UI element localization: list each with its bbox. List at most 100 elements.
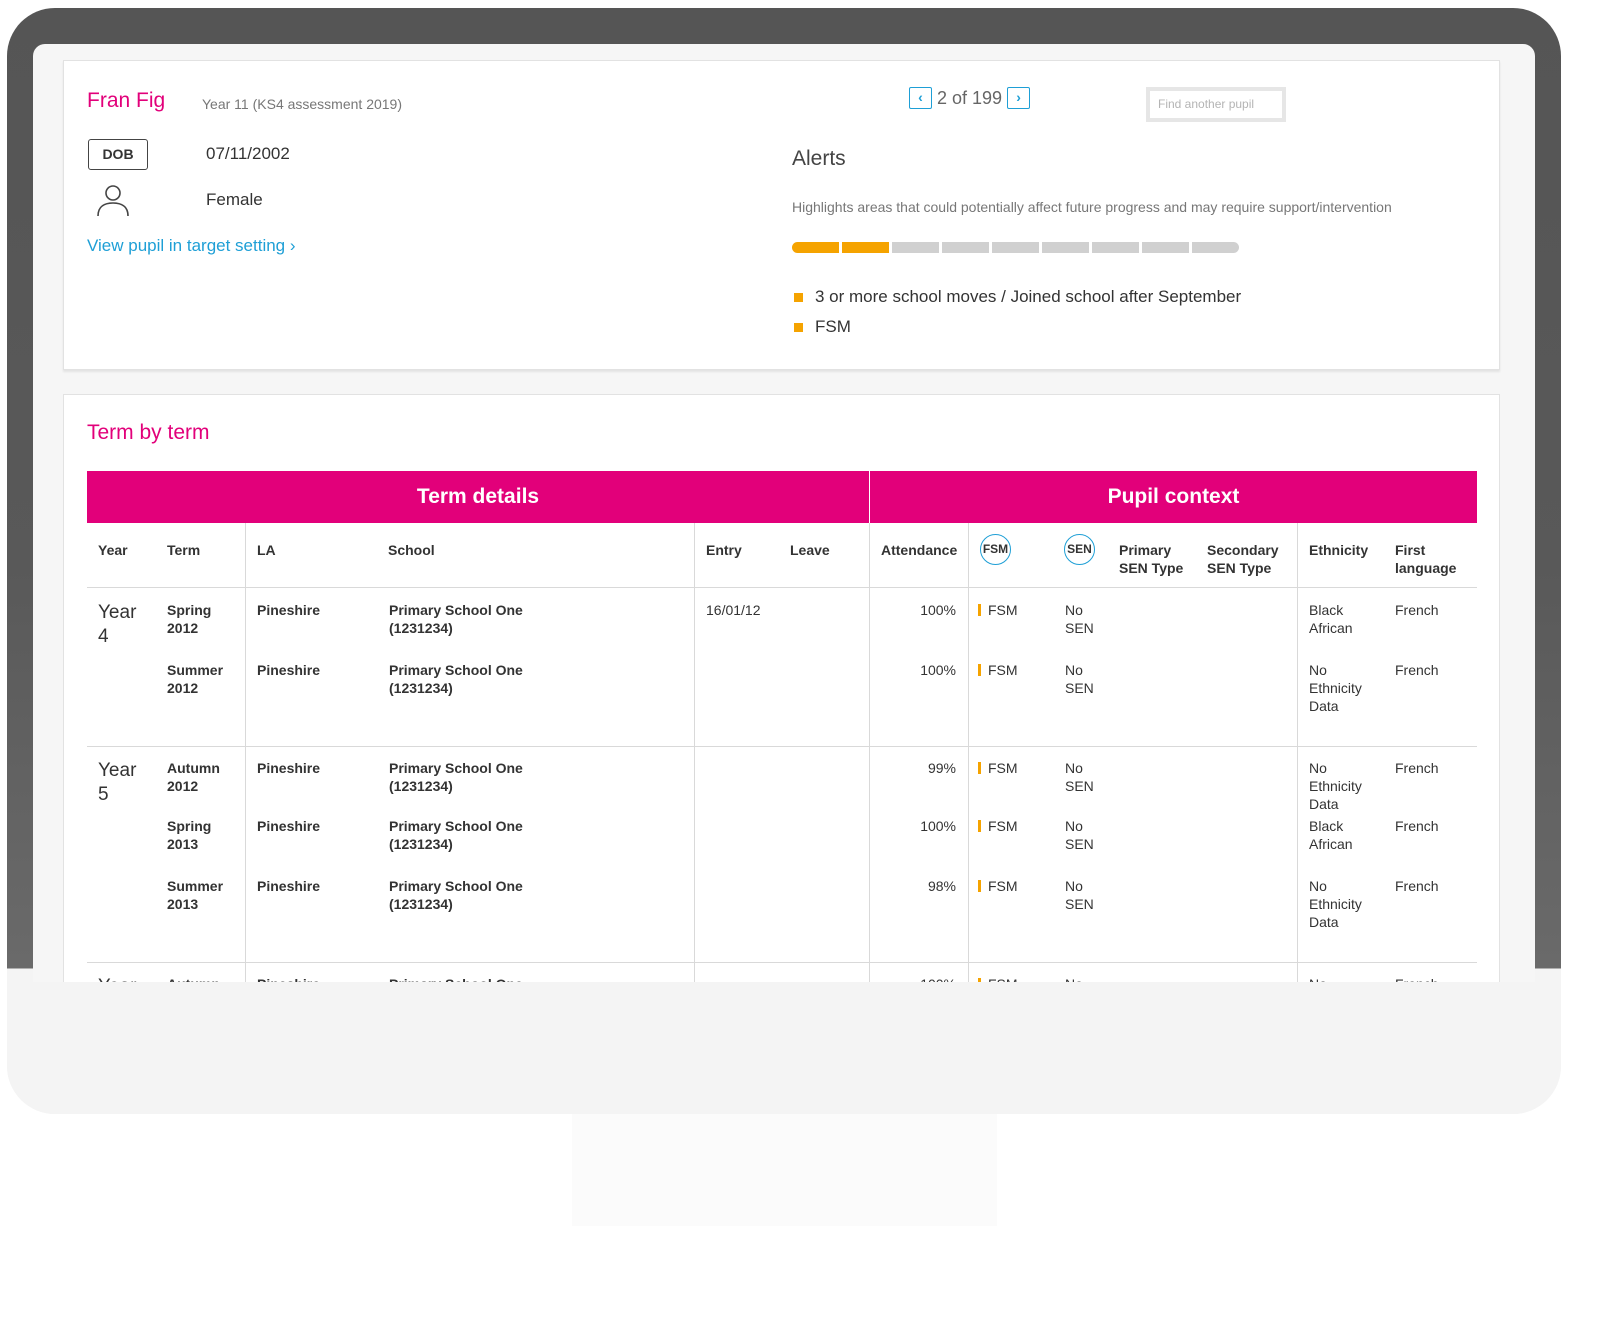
gender-value: Female [206, 190, 263, 209]
term-by-term-card: Term by term Term details Pupil context … [63, 394, 1500, 982]
alert-text: FSM [815, 317, 851, 336]
fsm-text: FSM [988, 976, 1018, 982]
person-icon [96, 183, 130, 222]
alert-level-segment [892, 242, 939, 253]
first-language-cell: French [1395, 602, 1439, 618]
entry-cell: 16/01/12 [706, 602, 761, 618]
col-header-school: School [388, 542, 435, 558]
year-group-divider [87, 746, 1477, 747]
pupil-pager: ‹ 2 of 199 › [909, 87, 1031, 109]
col-header-secondary-sen: Secondary SEN Type [1207, 542, 1279, 576]
ethnicity-cell: Black African [1309, 602, 1353, 636]
fsm-cell: FSM [978, 661, 1018, 679]
fsm-text: FSM [988, 602, 1018, 618]
sen-cell: No SEN [1065, 760, 1094, 794]
ethnicity-cell: No Ethnicity Data [1309, 975, 1377, 982]
attendance-cell: 100% [920, 602, 956, 618]
school-cell: Primary School One (1231234) [389, 662, 523, 696]
monitor-chin [7, 982, 1561, 1114]
view-target-setting-link[interactable]: View pupil in target setting › [87, 236, 296, 256]
sen-cell: No SEN [1065, 818, 1094, 852]
header-divider [87, 587, 1477, 588]
pupil-summary-card: Fran Fig Year 11 (KS4 assessment 2019) D… [63, 60, 1500, 370]
dob-value: 07/11/2002 [206, 144, 290, 163]
alert-level-bar [792, 242, 1239, 253]
first-language-cell: French [1395, 760, 1439, 776]
ethnicity-cell: No Ethnicity Data [1309, 760, 1362, 812]
school-cell: Primary School One (1231234) [389, 602, 523, 636]
alert-level-segment [1142, 242, 1189, 253]
alert-text: 3 or more school moves / Joined school a… [815, 287, 1242, 306]
col-header-la: LA [257, 542, 276, 558]
attendance-cell: 100% [920, 662, 956, 678]
alerts-description: Highlights areas that could potentially … [792, 199, 1392, 215]
term-cell: Spring 2012 [167, 602, 212, 636]
fsm-marker-icon [978, 820, 981, 832]
fsm-text: FSM [988, 818, 1018, 834]
term-cell: Summer 2012 [167, 662, 224, 696]
pager-position: 2 of 199 [937, 87, 1003, 108]
pupil-name: Fran Fig [87, 89, 166, 112]
col-header-leave: Leave [790, 542, 830, 558]
term-cell: Spring 2013 [167, 818, 212, 852]
alert-level-segment [992, 242, 1039, 253]
term-details-header: Term details [87, 471, 869, 523]
col-header-year: Year [98, 542, 128, 558]
fsm-text: FSM [988, 662, 1018, 678]
col-header-fsm: FSM [980, 534, 1011, 565]
ethnicity-cell: No Ethnicity Data [1309, 878, 1362, 930]
la-cell: Pineshire [257, 818, 321, 834]
fsm-marker-icon [978, 664, 981, 676]
fsm-marker-icon [978, 880, 981, 892]
sen-cell: No SEN [1065, 602, 1094, 636]
la-cell: Pineshire [257, 662, 321, 678]
la-cell: Pineshire [257, 878, 321, 894]
col-header-attendance: Attendance [881, 542, 958, 558]
first-language-cell: French [1395, 818, 1439, 834]
fsm-marker-icon [978, 604, 981, 616]
next-pupil-button[interactable]: › [1007, 87, 1031, 109]
col-header-entry: Entry [706, 542, 742, 558]
attendance-cell: 99% [927, 760, 956, 776]
col-header-sen: SEN [1064, 534, 1095, 565]
la-cell: Pineshire [257, 975, 320, 982]
alert-level-segment [1092, 242, 1139, 253]
first-language-cell: French [1395, 975, 1439, 982]
term-cell: Autumn 2012 [167, 760, 220, 794]
previous-pupil-button[interactable]: ‹ [909, 87, 932, 109]
monitor-stand [572, 1114, 997, 1226]
attendance-cell: 98% [927, 878, 956, 894]
alert-item: 3 or more school moves / Joined school a… [794, 282, 1241, 312]
alert-level-segment [792, 242, 839, 253]
alert-list: 3 or more school moves / Joined school a… [794, 282, 1241, 342]
ethnicity-cell: No Ethnicity Data [1309, 662, 1362, 714]
fsm-cell: FSM [978, 759, 1018, 777]
alerts-title: Alerts [792, 147, 846, 170]
fsm-cell: FSM [978, 975, 1018, 982]
alert-level-segment [1192, 242, 1239, 253]
fsm-cell: FSM [978, 877, 1018, 895]
alert-item: FSM [794, 312, 1241, 342]
first-language-cell: French [1395, 662, 1439, 678]
col-header-first-language: First language [1395, 542, 1457, 576]
find-pupil-input[interactable]: Find another pupil [1146, 87, 1286, 122]
alert-level-segment [942, 242, 989, 253]
col-header-primary-sen: Primary SEN Type [1119, 542, 1184, 576]
pupil-year-info: Year 11 (KS4 assessment 2019) [202, 96, 403, 112]
term-cell: Autumn 2013 [167, 975, 229, 982]
col-header-ethnicity: Ethnicity [1309, 542, 1369, 558]
sen-cell: No SEN [1065, 662, 1094, 696]
dob-badge: DOB [88, 139, 148, 170]
app-screen: Fran Fig Year 11 (KS4 assessment 2019) D… [33, 44, 1535, 982]
fsm-cell: FSM [978, 601, 1018, 619]
sen-cell: No SEN [1065, 878, 1094, 912]
fsm-text: FSM [988, 760, 1018, 776]
fsm-marker-icon [978, 762, 981, 774]
attendance-cell: 100% [886, 975, 956, 982]
la-cell: Pineshire [257, 602, 321, 618]
fsm-cell: FSM [978, 817, 1018, 835]
first-language-cell: French [1395, 878, 1439, 894]
fsm-marker-icon [978, 978, 981, 982]
alert-level-segment [1042, 242, 1089, 253]
school-cell: Primary School One (1231234) [389, 975, 549, 982]
